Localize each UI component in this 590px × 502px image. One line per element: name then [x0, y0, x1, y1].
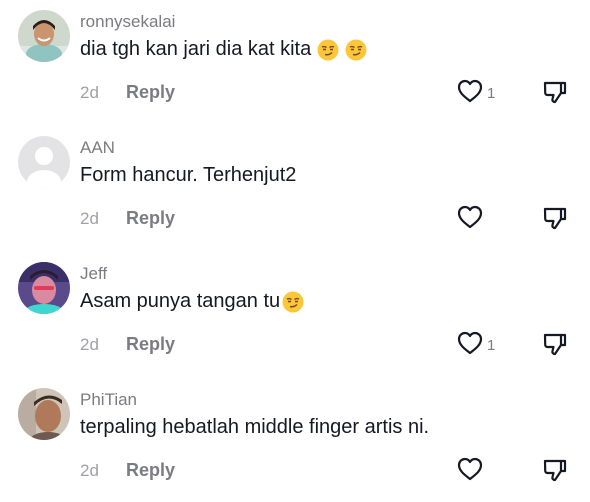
- timestamp: 2d: [80, 208, 99, 228]
- comment-text-body: dia tgh kan jari dia kat kita: [80, 38, 312, 60]
- heart-outline-icon: [457, 331, 483, 355]
- heart-outline-icon: [457, 457, 483, 481]
- heart-outline-icon: [457, 79, 483, 103]
- comment-item: Jeff Asam punya tangan tu 2d Reply 1: [0, 252, 590, 376]
- comment-text-body: Form hancur. Terhenjut2: [80, 164, 297, 186]
- comment-text: dia tgh kan jari dia kat kita: [80, 38, 367, 61]
- timestamp: 2d: [80, 82, 99, 102]
- thumbs-down-outline-icon: [543, 333, 567, 356]
- comment-meta: 2d Reply: [80, 460, 175, 481]
- thumbs-down-outline-icon: [543, 459, 567, 482]
- dislike-button[interactable]: [541, 456, 569, 484]
- like-count: 1: [487, 336, 496, 354]
- comment-meta: 2d Reply: [80, 82, 175, 103]
- thumbs-down-outline-icon: [543, 81, 567, 104]
- like-button[interactable]: 1: [456, 330, 495, 356]
- heart-outline-icon: [457, 205, 483, 229]
- like-button[interactable]: [456, 456, 487, 482]
- comment-meta: 2d Reply: [80, 208, 175, 229]
- dislike-button[interactable]: [541, 330, 569, 358]
- like-button[interactable]: 1: [456, 78, 495, 104]
- smirk-emoji-icon: [282, 291, 304, 313]
- like-count: 1: [487, 84, 496, 102]
- reply-button[interactable]: Reply: [126, 460, 175, 481]
- username[interactable]: PhiTian: [80, 390, 137, 410]
- dislike-button[interactable]: [541, 78, 569, 106]
- username[interactable]: AAN: [80, 138, 115, 158]
- thumbs-down-outline-icon: [543, 207, 567, 230]
- avatar[interactable]: [18, 136, 70, 188]
- like-button[interactable]: [456, 204, 487, 230]
- comment-text: Form hancur. Terhenjut2: [80, 164, 296, 187]
- avatar[interactable]: [18, 10, 70, 62]
- comment-text: Asam punya tangan tu: [80, 290, 304, 313]
- avatar[interactable]: [18, 388, 70, 440]
- username[interactable]: Jeff: [80, 264, 107, 284]
- timestamp: 2d: [80, 460, 99, 480]
- comment-item: PhiTian terpaling hebatlah middle finger…: [0, 378, 590, 502]
- dislike-button[interactable]: [541, 204, 569, 232]
- comment-meta: 2d Reply: [80, 334, 175, 355]
- comment-text-body: Asam punya tangan tu: [80, 290, 281, 312]
- timestamp: 2d: [80, 334, 99, 354]
- smirk-emoji-icon: [317, 39, 339, 61]
- avatar[interactable]: [18, 262, 70, 314]
- comment-text: terpaling hebatlah middle finger artis n…: [80, 416, 429, 439]
- smirk-emoji-icon: [345, 39, 367, 61]
- comment-item: AAN Form hancur. Terhenjut2 2d Reply: [0, 126, 590, 250]
- reply-button[interactable]: Reply: [126, 82, 175, 103]
- reply-button[interactable]: Reply: [126, 334, 175, 355]
- username[interactable]: ronnysekalai: [80, 12, 175, 32]
- comment-text-body: terpaling hebatlah middle finger artis n…: [80, 416, 430, 438]
- reply-button[interactable]: Reply: [126, 208, 175, 229]
- comment-item: ronnysekalai dia tgh kan jari dia kat ki…: [0, 0, 590, 124]
